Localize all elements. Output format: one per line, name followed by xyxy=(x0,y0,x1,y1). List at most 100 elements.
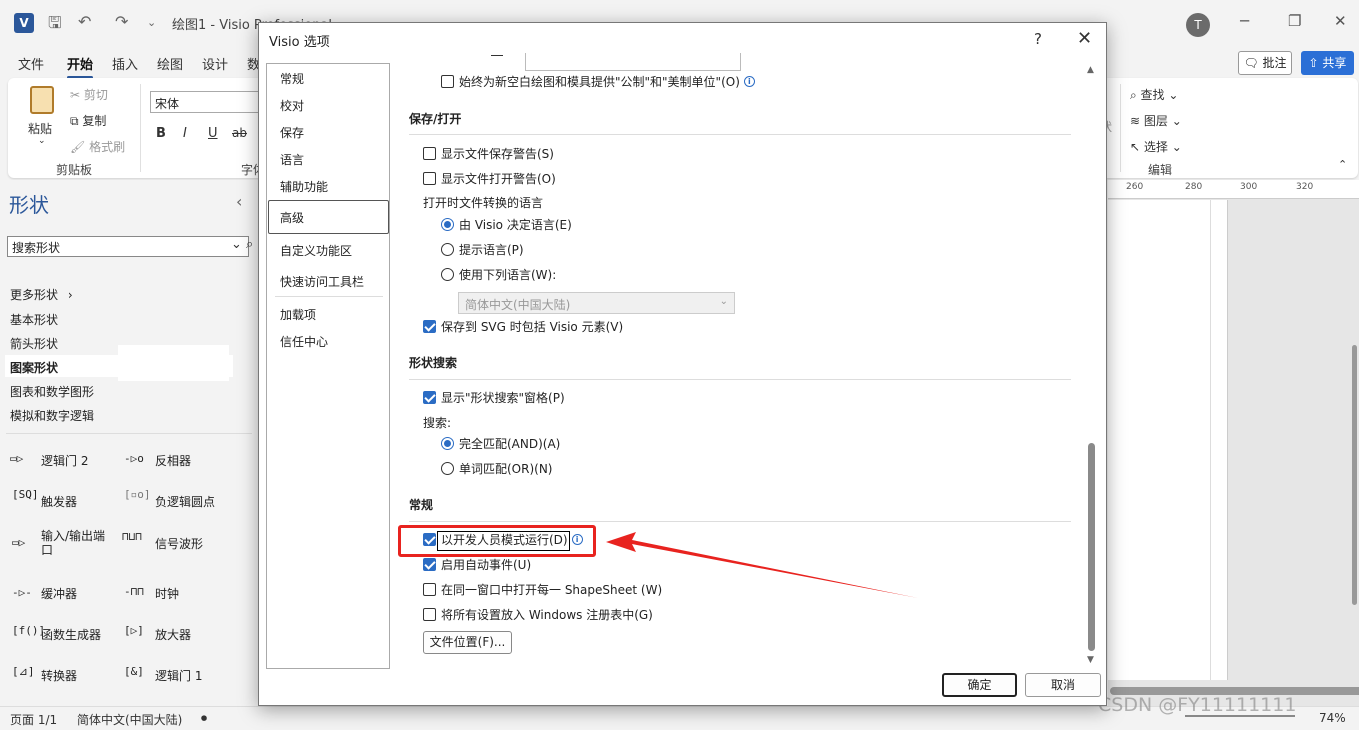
lang-prompt-radio[interactable] xyxy=(441,243,454,256)
shape-logic-gate-1[interactable]: 逻辑门 1 xyxy=(155,669,202,683)
underline-icon[interactable]: U xyxy=(208,126,218,141)
shape-io-port[interactable]: 输入/输出端口 xyxy=(41,529,113,557)
nav-accessibility[interactable]: 辅助功能 xyxy=(280,178,328,195)
shape-search-pane-checkbox[interactable] xyxy=(423,391,436,404)
stencil-basic[interactable]: 基本形状 xyxy=(10,311,58,328)
save-warning-checkbox[interactable] xyxy=(423,147,436,160)
collapse-panel-icon[interactable]: ‹ xyxy=(236,192,242,211)
gate-icon[interactable]: ▭▷ xyxy=(10,452,23,465)
collapse-ribbon-icon[interactable]: ⌃ xyxy=(1338,158,1347,171)
shapesheet-window-checkbox[interactable] xyxy=(423,583,436,596)
tab-insert[interactable]: 插入 xyxy=(112,54,138,73)
shapesheet-window-option[interactable]: 在同一窗口中打开每一 ShapeSheet (W) xyxy=(423,583,662,597)
format-painter-button[interactable]: 🖌 格式刷 xyxy=(70,138,125,155)
truncated-input[interactable] xyxy=(525,53,741,71)
nav-trust-center[interactable]: 信任中心 xyxy=(280,333,328,350)
nav-customize-ribbon[interactable]: 自定义功能区 xyxy=(280,242,352,259)
paste-chevron-icon[interactable]: ⌄ xyxy=(38,136,46,146)
stencil-patterns[interactable]: 图案形状 xyxy=(10,359,58,376)
waveform-icon[interactable]: ⊓⊔⊓ xyxy=(122,530,142,543)
match-any-radio[interactable] xyxy=(441,462,454,475)
close-icon[interactable]: ✕ xyxy=(1077,28,1092,49)
auto-events-checkbox[interactable] xyxy=(423,558,436,571)
page-indicator[interactable]: 页面 1/1 xyxy=(10,711,57,728)
lang-visio-option[interactable]: 由 Visio 决定语言(E) xyxy=(441,218,572,232)
nav-advanced[interactable]: 高级 xyxy=(280,209,304,226)
match-all-radio[interactable] xyxy=(441,437,454,450)
minimize-icon[interactable]: ─ xyxy=(1240,12,1249,30)
redo-icon[interactable]: ↷ xyxy=(115,12,128,31)
stencil-charts-math[interactable]: 图表和数学图形 xyxy=(10,383,94,400)
avatar[interactable]: T xyxy=(1186,13,1210,37)
file-locations-button[interactable]: 文件位置(F)... xyxy=(423,631,512,654)
auto-events-option[interactable]: 启用自动事件(U) xyxy=(423,558,531,572)
layer-button[interactable]: ≋ 图层 ⌄ xyxy=(1130,112,1182,129)
match-any-option[interactable]: 单词匹配(OR)(N) xyxy=(441,462,553,476)
scroll-down-icon[interactable]: ▼ xyxy=(1087,655,1094,665)
flipflop-icon[interactable]: [SQ] xyxy=(12,488,39,501)
nav-proofing[interactable]: 校对 xyxy=(280,97,304,114)
bold-icon[interactable]: B xyxy=(156,126,166,141)
nav-general[interactable]: 常规 xyxy=(280,70,304,87)
lang-use-option[interactable]: 使用下列语言(W): xyxy=(441,268,556,282)
save-warning-option[interactable]: 显示文件保存警告(S) xyxy=(423,147,554,161)
bubble-icon[interactable]: [▫o] xyxy=(124,488,151,501)
italic-icon[interactable]: I xyxy=(183,126,187,141)
converter-icon[interactable]: [⊿] xyxy=(12,665,34,678)
amplifier-icon[interactable]: [▷] xyxy=(124,624,144,637)
language-select[interactable]: 简体中文(中国大陆) ⌄ xyxy=(458,292,735,314)
tab-design[interactable]: 设计 xyxy=(202,54,228,73)
match-all-option[interactable]: 完全匹配(AND)(A) xyxy=(441,437,560,451)
shape-search-pane-option[interactable]: 显示"形状搜索"窗格(P) xyxy=(423,391,565,405)
select-button[interactable]: ↖ 选择 ⌄ xyxy=(1130,138,1182,155)
nav-quick-access-toolbar[interactable]: 快速访问工具栏 xyxy=(280,273,364,290)
nav-add-ins[interactable]: 加载项 xyxy=(280,306,316,323)
inverter-icon[interactable]: -▷o xyxy=(124,452,144,465)
customize-qat-icon[interactable]: ⌄ xyxy=(147,16,156,29)
clock-icon[interactable]: -⊓⊓ xyxy=(124,585,144,598)
gate1-icon[interactable]: [&] xyxy=(124,665,144,678)
lang-visio-radio[interactable] xyxy=(441,218,454,231)
language-indicator[interactable]: 简体中文(中国大陆) xyxy=(77,711,182,728)
shape-signal-waveform[interactable]: 信号波形 xyxy=(155,537,203,551)
find-button[interactable]: ⌕ 查找 ⌄ xyxy=(1130,86,1178,103)
registry-option[interactable]: 将所有设置放入 Windows 注册表中(G) xyxy=(423,608,653,622)
help-icon[interactable]: ? xyxy=(1034,30,1042,48)
svg-option[interactable]: 保存到 SVG 时包括 Visio 元素(V) xyxy=(423,320,623,334)
undo-icon[interactable]: ↶ xyxy=(78,12,91,31)
open-warning-option[interactable]: 显示文件打开警告(O) xyxy=(423,172,556,186)
nav-save[interactable]: 保存 xyxy=(280,124,304,141)
metric-us-units-option[interactable]: 始终为新空白绘图和模具提供"公制"和"美制单位"(O) i xyxy=(441,75,755,89)
comment-button[interactable]: 🗨 批注 xyxy=(1238,51,1292,75)
zoom-level[interactable]: 74% xyxy=(1319,711,1346,725)
shape-flip-flop[interactable]: 触发器 xyxy=(41,495,77,509)
copy-button[interactable]: ⧉ 复制 xyxy=(70,112,106,129)
open-warning-checkbox[interactable] xyxy=(423,172,436,185)
stencil-analog-digital[interactable]: 模拟和数字逻辑 xyxy=(10,407,94,424)
macro-record-icon[interactable]: ⏺ xyxy=(201,711,207,726)
shape-converter[interactable]: 转换器 xyxy=(41,669,77,683)
tab-draw[interactable]: 绘图 xyxy=(157,54,183,73)
paste-button[interactable]: 粘贴 xyxy=(28,120,52,137)
font-name-select[interactable]: 宋体 xyxy=(150,91,262,113)
paste-icon[interactable] xyxy=(30,86,54,114)
ok-button[interactable]: 确定 xyxy=(942,673,1017,697)
cut-button[interactable]: ✂ 剪切 xyxy=(70,86,108,103)
cancel-button[interactable]: 取消 xyxy=(1025,673,1101,697)
strikethrough-icon[interactable]: ab xyxy=(232,126,247,140)
shape-amplifier[interactable]: 放大器 xyxy=(155,628,191,642)
share-button[interactable]: ⇧ 共享 xyxy=(1301,51,1354,75)
port-icon[interactable]: ▭▷ xyxy=(12,536,25,549)
svg-checkbox[interactable] xyxy=(423,320,436,333)
registry-checkbox[interactable] xyxy=(423,608,436,621)
search-icon[interactable]: ⌄ ⌕ xyxy=(231,237,253,252)
nav-language[interactable]: 语言 xyxy=(280,151,304,168)
more-shapes-button[interactable]: 更多形状 › xyxy=(10,286,73,303)
stencil-arrows[interactable]: 箭头形状 xyxy=(10,335,58,352)
save-icon[interactable]: 🖫 xyxy=(48,12,62,39)
shape-negative-bubble[interactable]: 负逻辑圆点 xyxy=(155,495,215,509)
shape-clock[interactable]: 时钟 xyxy=(155,587,179,601)
lang-prompt-option[interactable]: 提示语言(P) xyxy=(441,243,524,257)
shape-function-generator[interactable]: 函数生成器 xyxy=(41,628,101,642)
shape-logic-gate-2[interactable]: 逻辑门 2 xyxy=(41,454,88,468)
